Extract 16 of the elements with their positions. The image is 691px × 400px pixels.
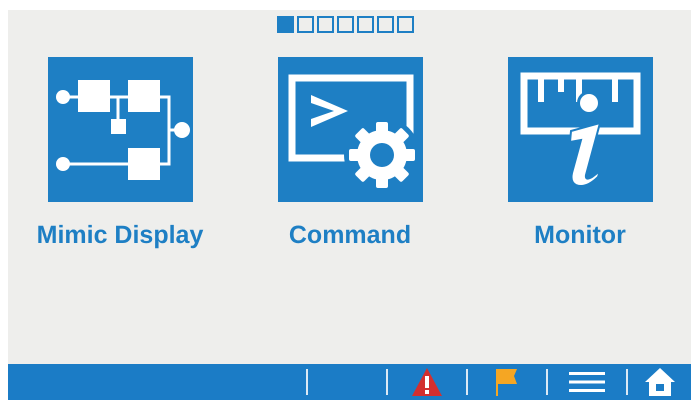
menu-tile-button[interactable] <box>278 57 422 202</box>
menu-tile-button[interactable] <box>508 57 652 202</box>
menu-tile-button[interactable] <box>48 57 192 202</box>
page-indicator[interactable] <box>337 16 354 33</box>
page-indicator[interactable] <box>357 16 374 33</box>
home-icon <box>644 367 676 397</box>
tile-label[interactable]: Command <box>288 220 412 250</box>
page-indicator[interactable] <box>297 16 314 33</box>
warning-icon <box>412 368 442 396</box>
tile-label[interactable]: Monitor <box>534 220 626 250</box>
tile-label[interactable]: Mimic Display <box>36 220 204 250</box>
page-indicator[interactable] <box>377 16 394 33</box>
page-indicator[interactable] <box>397 16 414 33</box>
page-indicator[interactable] <box>317 16 334 33</box>
menu-icon <box>569 372 605 392</box>
flag-icon <box>495 368 519 396</box>
